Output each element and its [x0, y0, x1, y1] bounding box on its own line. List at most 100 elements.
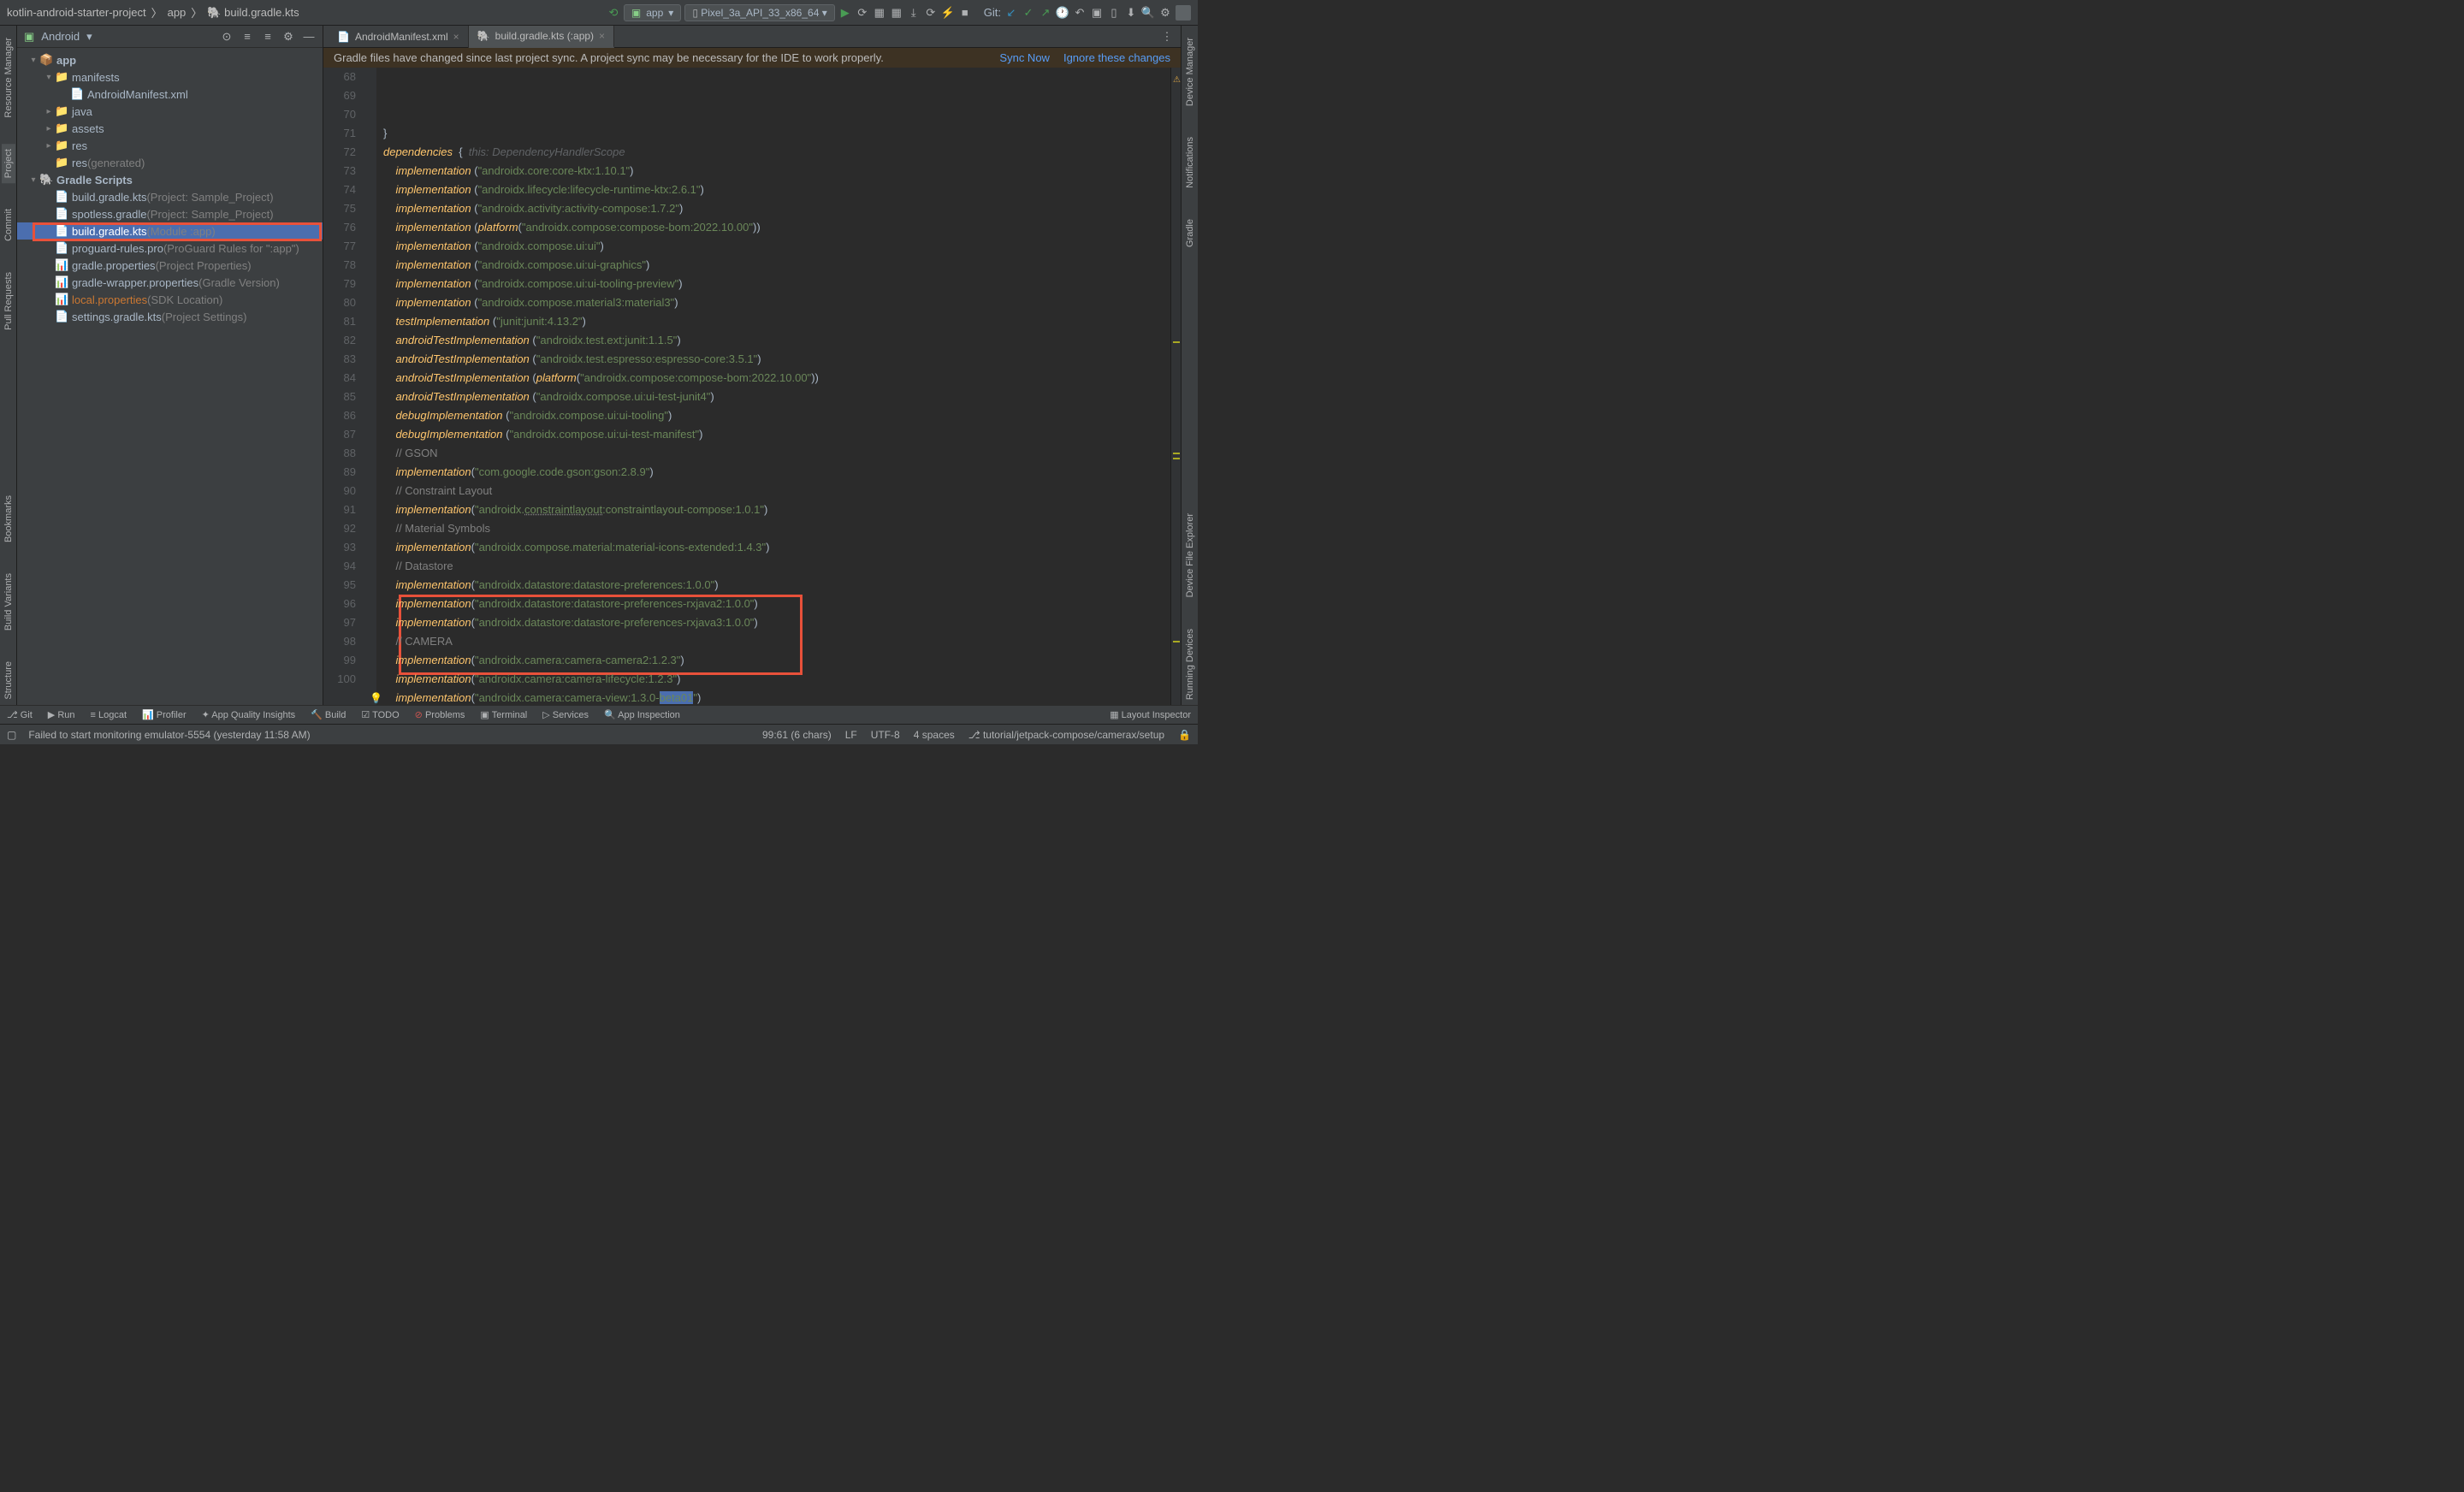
tool-git[interactable]: ⎇ Git	[7, 709, 33, 720]
tool-profiler[interactable]: 📊 Profiler	[142, 709, 187, 720]
tab-build-gradle[interactable]: 🐘 build.gradle.kts (:app) ×	[469, 26, 614, 48]
git-label: Git:	[984, 6, 1001, 19]
profile-icon[interactable]: ▦	[890, 6, 903, 20]
tab-device-manager[interactable]: Device Manager	[1183, 33, 1197, 111]
tool-build[interactable]: 🔨 Build	[311, 709, 346, 720]
bottom-tool-bar: ⎇ Git ▶ Run ≡ Logcat 📊 Profiler ✦ App Qu…	[0, 705, 1198, 724]
tab-androidmanifest[interactable]: 📄 AndroidManifest.xml ×	[329, 26, 469, 48]
settings-icon[interactable]: ⚙	[1158, 6, 1172, 20]
tool-run[interactable]: ▶ Run	[48, 709, 75, 720]
tree-item[interactable]: ▸📁res	[17, 137, 323, 154]
tab-gradle[interactable]: Gradle	[1183, 214, 1197, 252]
tool-terminal[interactable]: ▣ Terminal	[480, 709, 527, 720]
tree-item[interactable]: ▾📦app	[17, 51, 323, 68]
tool-problems[interactable]: ⊘ Problems	[415, 709, 465, 720]
git-branch[interactable]: ⎇ tutorial/jetpack-compose/camerax/setup	[968, 729, 1164, 741]
debug-icon[interactable]: ⟳	[856, 6, 869, 20]
expand-all-icon[interactable]: ≡	[240, 30, 254, 44]
instant-run-icon[interactable]: ⚡	[941, 6, 955, 20]
git-commit-icon[interactable]: ✓	[1022, 6, 1035, 20]
file-encoding[interactable]: UTF-8	[871, 729, 900, 741]
tree-item[interactable]: ▾📁manifests	[17, 68, 323, 86]
run-icon[interactable]: ▶	[838, 6, 852, 20]
tree-item[interactable]: 📄AndroidManifest.xml	[17, 86, 323, 103]
tool-window-icon[interactable]: ▢	[7, 729, 16, 741]
tree-item[interactable]: 📄proguard-rules.pro (ProGuard Rules for …	[17, 240, 323, 257]
tree-item[interactable]: ▸📁java	[17, 103, 323, 120]
tree-item[interactable]: 📊gradle-wrapper.properties (Gradle Versi…	[17, 274, 323, 291]
code-content[interactable]: }dependencies { this: DependencyHandlerS…	[376, 68, 1170, 705]
tool-layout-inspector[interactable]: ▦ Layout Inspector	[1110, 709, 1191, 720]
chevron-down-icon[interactable]: ▾	[86, 30, 92, 44]
fold-gutter[interactable]	[364, 68, 376, 705]
tree-item[interactable]: 📊local.properties (SDK Location)	[17, 291, 323, 308]
tab-running-devices[interactable]: Running Devices	[1183, 624, 1197, 705]
main-toolbar: kotlin-android-starter-project 〉 app 〉 🐘…	[0, 0, 1198, 26]
android-icon: ▣	[24, 30, 34, 44]
close-icon[interactable]: ×	[453, 31, 459, 43]
search-icon[interactable]: 🔍	[1141, 6, 1155, 20]
sdk-manager-icon[interactable]: ▯	[1107, 6, 1121, 20]
resource-manager-icon[interactable]: ⬇	[1124, 6, 1138, 20]
project-view-selector[interactable]: Android	[41, 30, 80, 43]
breadcrumb-file[interactable]: 🐘 build.gradle.kts	[207, 6, 299, 20]
locate-icon[interactable]: ⊙	[220, 30, 234, 44]
sync-icon[interactable]: ⟲	[607, 6, 620, 20]
sync-now-link[interactable]: Sync Now	[999, 51, 1050, 64]
tab-notifications[interactable]: Notifications	[1183, 132, 1197, 193]
chevron-down-icon: ▾	[822, 7, 827, 19]
gear-icon[interactable]: ⚙	[281, 30, 295, 44]
line-ending[interactable]: LF	[845, 729, 857, 741]
tool-app-inspection[interactable]: 🔍 App Inspection	[604, 709, 680, 720]
tree-item[interactable]: ▾🐘Gradle Scripts	[17, 171, 323, 188]
tab-device-file-explorer[interactable]: Device File Explorer	[1183, 508, 1197, 602]
run-configuration-dropdown[interactable]: ▣ app ▾	[624, 4, 681, 21]
git-pull-icon[interactable]: ↙	[1004, 6, 1018, 20]
device-selector-dropdown[interactable]: ▯ Pixel_3a_API_33_x86_64 ▾	[684, 4, 834, 21]
code-editor[interactable]: 6869707172737475767778798081828384858687…	[323, 68, 1181, 705]
tool-todo[interactable]: ☑ TODO	[361, 709, 399, 720]
project-tree[interactable]: ▾📦app▾📁manifests📄AndroidManifest.xml▸📁ja…	[17, 48, 323, 705]
breadcrumb-root[interactable]: kotlin-android-starter-project	[7, 6, 146, 19]
tab-build-variants[interactable]: Build Variants	[2, 568, 15, 636]
avd-manager-icon[interactable]: ▣	[1090, 6, 1104, 20]
rollback-icon[interactable]: ↶	[1073, 6, 1087, 20]
tree-item[interactable]: ▸📁assets	[17, 120, 323, 137]
tree-item[interactable]: 📄spotless.gradle (Project: Sample_Projec…	[17, 205, 323, 222]
error-stripe[interactable]: ⚠	[1170, 68, 1181, 705]
cursor-position[interactable]: 99:61 (6 chars)	[762, 729, 832, 741]
git-push-icon[interactable]: ↗	[1039, 6, 1052, 20]
attach-debugger-icon[interactable]: ⤓	[907, 6, 921, 20]
tool-logcat[interactable]: ≡ Logcat	[91, 710, 127, 720]
warning-icon[interactable]: ⚠	[1173, 71, 1181, 90]
tab-bookmarks[interactable]: Bookmarks	[2, 490, 15, 548]
stop-icon[interactable]: ■	[958, 6, 972, 20]
tree-item[interactable]: 📊gradle.properties (Project Properties)	[17, 257, 323, 274]
gradle-sync-banner: Gradle files have changed since last pro…	[323, 48, 1181, 68]
tree-item[interactable]: 📁res (generated)	[17, 154, 323, 171]
coverage-icon[interactable]: ▦	[873, 6, 886, 20]
project-sidebar: ▣ Android ▾ ⊙ ≡ ≡ ⚙ — ▾📦app▾📁manifests📄A…	[17, 26, 323, 705]
close-icon[interactable]: ×	[599, 30, 605, 42]
tab-structure[interactable]: Structure	[2, 656, 15, 705]
tree-item[interactable]: 📄build.gradle.kts (Module :app)	[17, 222, 323, 240]
tree-item[interactable]: 📄build.gradle.kts (Project: Sample_Proje…	[17, 188, 323, 205]
tree-item[interactable]: 📄settings.gradle.kts (Project Settings)	[17, 308, 323, 325]
ignore-changes-link[interactable]: Ignore these changes	[1063, 51, 1170, 64]
tab-project[interactable]: Project	[2, 144, 15, 183]
lock-icon[interactable]: 🔒	[1178, 729, 1191, 741]
hide-icon[interactable]: —	[302, 30, 316, 44]
tool-app-quality[interactable]: ✦ App Quality Insights	[202, 709, 296, 720]
account-icon[interactable]	[1176, 5, 1191, 21]
collapse-all-icon[interactable]: ≡	[261, 30, 275, 44]
tab-resource-manager[interactable]: Resource Manager	[2, 33, 15, 123]
tab-commit[interactable]: Commit	[2, 204, 15, 246]
line-gutter: 6869707172737475767778798081828384858687…	[323, 68, 364, 705]
tool-services[interactable]: ▷ Services	[542, 709, 589, 720]
tab-pull-requests[interactable]: Pull Requests	[2, 267, 15, 335]
apply-changes-icon[interactable]: ⟳	[924, 6, 938, 20]
breadcrumb-module[interactable]: app	[168, 6, 187, 19]
history-icon[interactable]: 🕐	[1056, 6, 1069, 20]
indent-settings[interactable]: 4 spaces	[914, 729, 955, 741]
tab-options-icon[interactable]: ⋮	[1160, 30, 1174, 44]
